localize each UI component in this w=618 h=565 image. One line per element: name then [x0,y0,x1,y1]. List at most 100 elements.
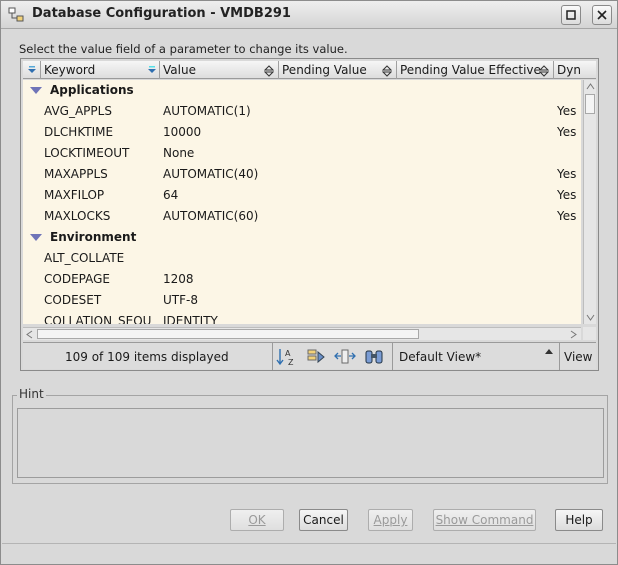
maximize-button[interactable] [561,5,581,25]
dyn-cell: Yes [557,188,577,202]
scroll-down-arrow-icon[interactable] [586,313,595,322]
group-row-applications[interactable]: Applications [23,80,581,101]
close-icon [597,10,607,20]
keyword-cell: MAXFILOP [44,188,105,202]
table-header: Keyword Value Pending Value Pending Valu… [23,61,596,79]
customize-columns-button[interactable] [334,347,356,367]
cancel-button[interactable]: Cancel [299,509,348,531]
maximize-icon [566,10,576,20]
table-row[interactable]: AVG_APPLS AUTOMATIC(1) Yes [23,101,581,122]
application-icon [8,7,24,22]
keyword-cell: COLLATION_SEQU [44,314,152,324]
table-row[interactable]: MAXLOCKS AUTOMATIC(60) Yes [23,206,581,227]
parameter-table: Keyword Value Pending Value Pending Valu… [20,58,599,371]
table-body: Applications AVG_APPLS AUTOMATIC(1) Yes … [23,80,581,324]
value-cell[interactable]: IDENTITY [163,311,218,324]
table-row[interactable]: COLLATION_SEQU IDENTITY [23,311,581,324]
keyword-cell: CODESET [44,293,102,307]
column-header-value-label: Value [163,63,196,77]
column-header-dyn-label: Dyn [557,63,581,77]
keyword-cell: AVG_APPLS [44,104,112,118]
column-header-value[interactable]: Value [160,61,279,79]
value-cell[interactable]: AUTOMATIC(1) [163,101,251,122]
view-dropdown-value: Default View* [399,350,482,364]
help-button[interactable]: Help [555,509,603,531]
sort-az-icon: A Z [276,349,294,367]
column-header-pending-value[interactable]: Pending Value [279,61,397,79]
group-row-environment[interactable]: Environment [23,227,581,248]
table-status-bar: 109 of 109 items displayed A Z Default V… [23,342,596,370]
view-dropdown[interactable]: Default View* [392,343,560,370]
hint-group: Hint [12,387,608,484]
title-bar[interactable]: Database Configuration - VMDB291 [1,1,617,29]
database-configuration-window: Database Configuration - VMDB291 Select … [0,0,618,565]
dyn-cell: Yes [557,209,577,223]
vertical-scrollbar[interactable] [583,80,596,324]
vertical-scroll-thumb[interactable] [585,94,595,114]
column-header-dyn[interactable]: Dyn [554,61,596,79]
keyword-cell: DLCHKTIME [44,125,114,139]
value-cell[interactable]: None [163,143,194,164]
group-label: Environment [50,230,137,244]
column-header-pending-value-effective[interactable]: Pending Value Effective [397,61,554,79]
show-command-button[interactable]: Show Command [433,509,536,531]
cancel-button-label: Cancel [303,513,344,527]
scroll-up-arrow-icon[interactable] [586,82,595,91]
value-cell[interactable]: 10000 [163,122,201,143]
column-header-keyword-label: Keyword [44,63,96,77]
filter-button[interactable] [305,347,327,367]
customize-columns-icon [334,349,356,364]
horizontal-scroll-thumb[interactable] [37,329,419,339]
window-status-bar [2,543,616,564]
help-button-label: Help [565,513,593,527]
value-cell[interactable]: AUTOMATIC(60) [163,206,258,227]
show-command-button-label: Show Command [435,513,534,527]
close-button[interactable] [592,5,612,25]
dropdown-arrow-icon [545,349,553,354]
find-button[interactable] [363,347,385,367]
sort-icon [148,66,156,73]
svg-text:A: A [285,349,291,358]
apply-button[interactable]: Apply [368,509,413,531]
svg-text:Z: Z [288,358,294,367]
keyword-cell: LOCKTIMEOUT [44,146,130,160]
filter-icon [307,349,325,364]
table-row[interactable]: MAXAPPLS AUTOMATIC(40) Yes [23,164,581,185]
table-row[interactable]: CODESET UTF-8 [23,290,581,311]
horizontal-scrollbar[interactable] [23,327,581,340]
table-row[interactable]: MAXFILOP 64 Yes [23,185,581,206]
items-displayed-count: 109 of 109 items displayed [65,350,229,364]
column-header-selector[interactable] [23,61,41,79]
sort-icon [382,65,392,77]
group-label: Applications [50,83,134,97]
table-row[interactable]: CODEPAGE 1208 [23,269,581,290]
column-header-keyword[interactable]: Keyword [41,61,160,79]
sort-icon [28,66,36,73]
value-cell[interactable]: UTF-8 [163,290,198,311]
keyword-cell: MAXAPPLS [44,167,108,181]
scroll-left-arrow-icon[interactable] [25,330,34,339]
value-cell[interactable]: 64 [163,185,178,206]
hint-legend: Hint [17,387,46,401]
hint-text-area [17,408,604,478]
scroll-right-arrow-icon[interactable] [569,330,578,339]
toolbar-separator [272,343,273,370]
table-row[interactable]: DLCHKTIME 10000 Yes [23,122,581,143]
value-cell[interactable]: AUTOMATIC(40) [163,164,258,185]
scroll-corner [583,327,596,340]
keyword-cell: ALT_COLLATE [44,251,125,265]
column-header-pending-value-effective-label: Pending Value Effective [400,63,541,77]
keyword-cell: CODEPAGE [44,272,110,286]
table-row[interactable]: LOCKTIMEOUT None [23,143,581,164]
ok-button[interactable]: OK [230,509,284,531]
column-header-pending-value-label: Pending Value [282,63,367,77]
value-cell[interactable]: 1208 [163,269,194,290]
ok-button-label: OK [248,513,266,527]
collapse-triangle-icon [30,87,42,94]
binoculars-icon [365,350,383,364]
view-button[interactable]: View [564,350,592,364]
dyn-cell: Yes [557,125,577,139]
table-row[interactable]: ALT_COLLATE [23,248,581,269]
sort-button[interactable]: A Z [276,347,298,367]
keyword-cell: MAXLOCKS [44,209,111,223]
